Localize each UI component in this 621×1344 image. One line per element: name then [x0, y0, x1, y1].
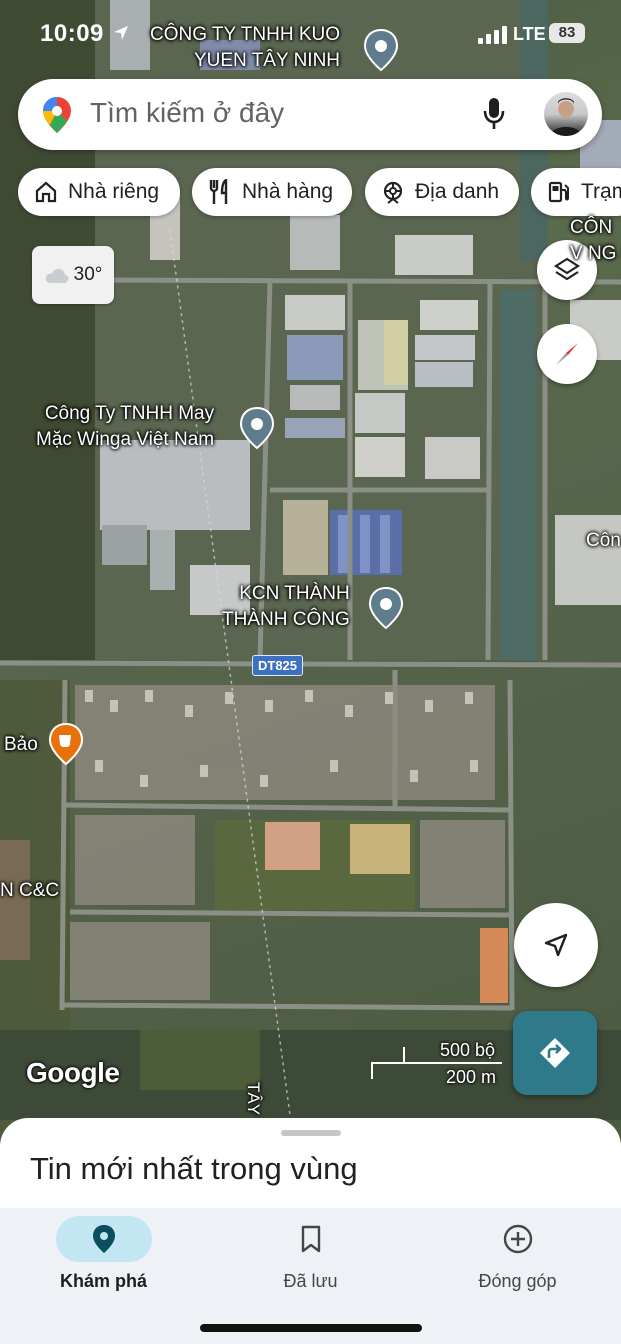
chip-restaurant[interactable]: Nhà hàng [192, 168, 352, 216]
poi-label-kuo[interactable]: CÔNG TY TNHH KUO YUEN TÂY NINH [150, 22, 340, 74]
location-arrow-icon [114, 26, 128, 40]
tab-label: Khám phá [59, 1271, 147, 1291]
location-pin-icon[interactable] [238, 406, 276, 450]
microphone-icon[interactable] [480, 96, 508, 132]
home-indicator[interactable] [200, 1324, 422, 1332]
poi-label-winga[interactable]: Công Ty TNHH May Mặc Winga Việt Nam [36, 401, 214, 453]
chip-label: Địa danh [415, 180, 500, 203]
poi-label-cong-top[interactable]: CÔN V NG I [570, 215, 621, 267]
chip-gas-station[interactable]: Trạm [531, 168, 621, 216]
home-icon [35, 181, 57, 203]
chip-label: Trạm [581, 180, 621, 203]
chip-label: Nhà riêng [68, 180, 160, 203]
network-type: LTE [513, 24, 546, 44]
status-time: 10:09 [40, 20, 104, 47]
restaurant-icon [209, 179, 228, 204]
cafe-pin-icon[interactable] [47, 722, 85, 766]
landmark-icon [383, 181, 403, 204]
search-bar[interactable]: Tìm kiếm ở đây [18, 79, 602, 150]
poi-label-kcn[interactable]: KCN THÀNH THÀNH CÔNG [222, 581, 350, 633]
chip-label: Nhà hàng [242, 180, 334, 203]
road-shield: DT825 [252, 655, 303, 676]
tab-icon-wrap [470, 1216, 566, 1262]
search-input[interactable]: Tìm kiếm ở đây [90, 97, 284, 129]
tab-explore[interactable]: Khám phá [0, 1208, 207, 1308]
location-pin-icon[interactable] [367, 586, 405, 630]
chip-landmark[interactable]: Địa danh [365, 168, 519, 216]
weather-badge[interactable]: 30° [32, 246, 114, 304]
compass-icon [556, 343, 578, 365]
sheet-drag-handle[interactable] [281, 1130, 341, 1136]
bottom-sheet[interactable]: Tin mới nhất trong vùng [0, 1118, 621, 1218]
battery-icon: 83 [549, 23, 585, 43]
tab-icon-wrap [263, 1216, 359, 1262]
poi-label-cc[interactable]: N C&C [0, 878, 59, 904]
avatar[interactable] [544, 92, 588, 136]
poi-label-con-mid[interactable]: Côn [586, 528, 621, 554]
location-pin-icon[interactable] [362, 28, 400, 72]
google-maps-logo-icon [43, 97, 71, 133]
bookmark-icon [301, 1225, 320, 1253]
scale-imperial: 500 bộ [440, 1040, 496, 1060]
add-circle-icon [503, 1224, 532, 1254]
cellular-signal-icon [478, 26, 507, 44]
directions-icon [540, 1038, 570, 1068]
compass-button[interactable] [537, 324, 597, 384]
tab-saved[interactable]: Đã lưu [207, 1208, 414, 1308]
tab-active-indicator [55, 1216, 152, 1262]
scale-metric: 200 m [446, 1067, 497, 1087]
tab-label: Đóng góp [478, 1271, 557, 1291]
tab-label: Đã lưu [283, 1271, 338, 1291]
temperature: 30° [73, 264, 103, 285]
sheet-title: Tin mới nhất trong vùng [30, 1151, 358, 1186]
road-label-tay: TÂY [244, 1082, 263, 1116]
google-logo: Google [26, 1057, 120, 1088]
explore-pin-icon [92, 1225, 115, 1253]
navigation-arrow-icon [544, 933, 568, 957]
poi-label-bao[interactable]: Bảo [4, 732, 38, 758]
my-location-button[interactable] [514, 903, 598, 987]
chip-home[interactable]: Nhà riêng [18, 168, 180, 216]
cloud-icon [45, 268, 68, 283]
tab-contribute[interactable]: Đóng góp [414, 1208, 621, 1308]
gas-station-icon [548, 181, 569, 203]
directions-button[interactable] [513, 1011, 597, 1095]
